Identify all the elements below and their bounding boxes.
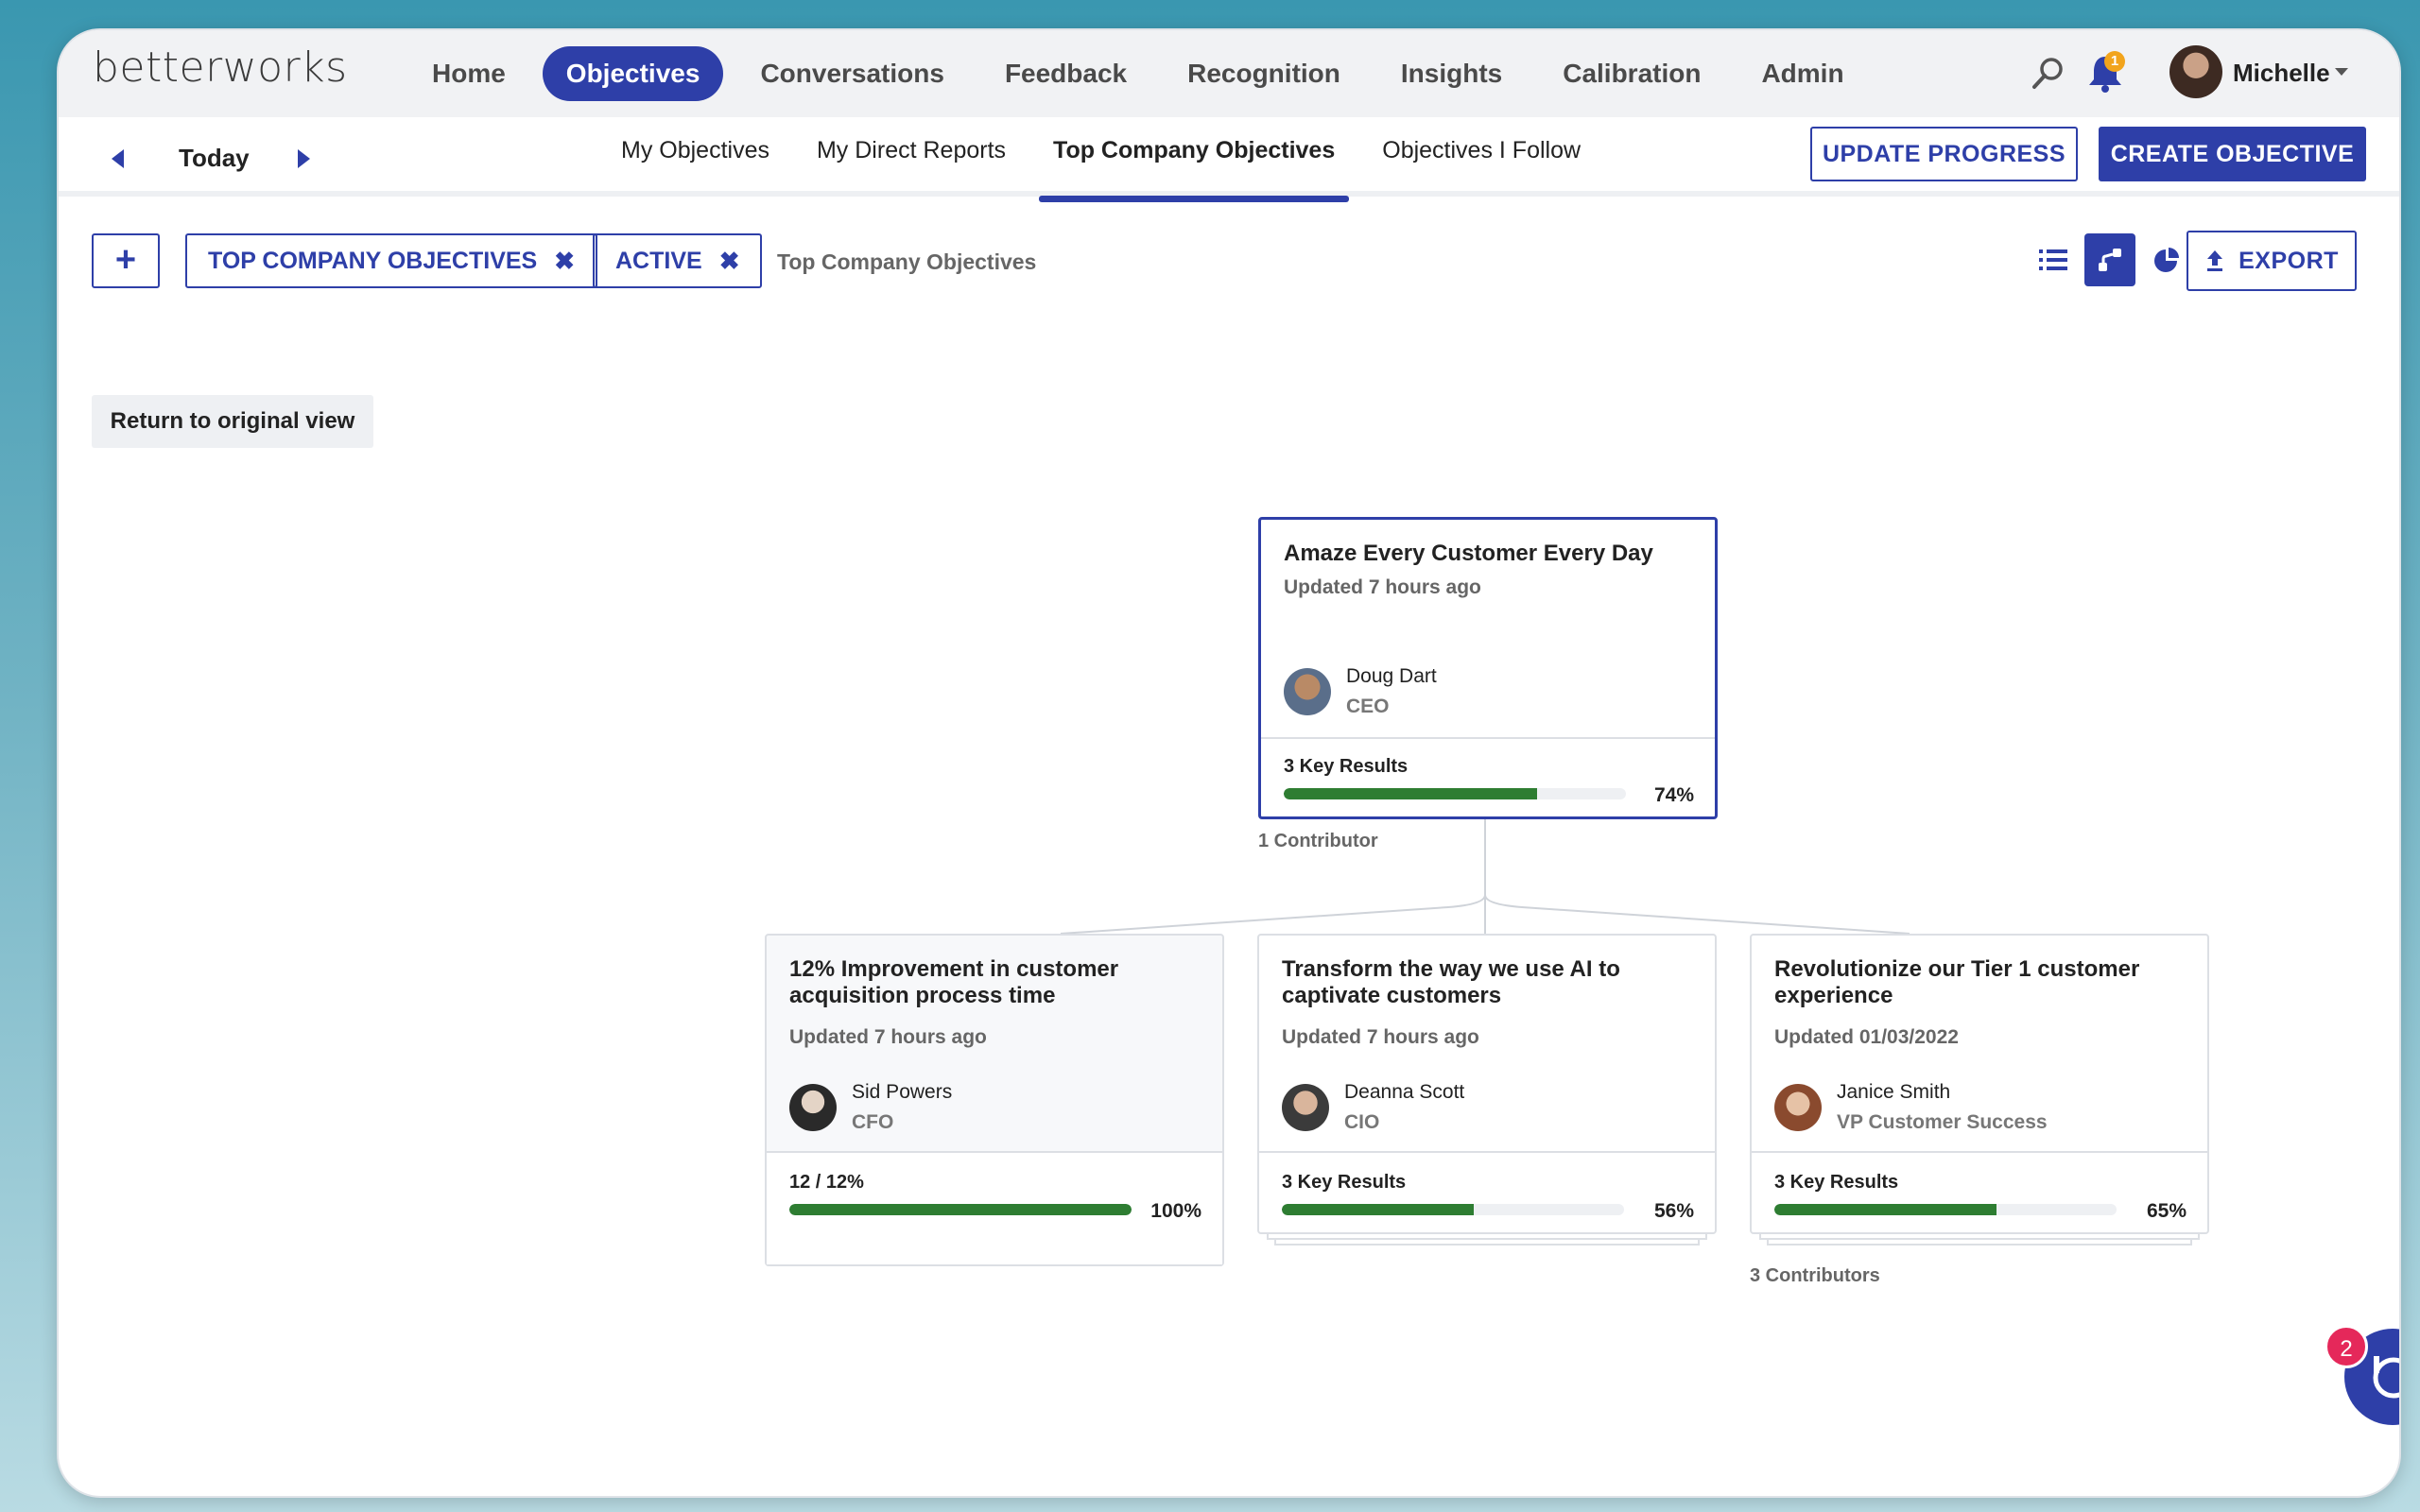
owner-name[interactable]: Deanna Scott xyxy=(1344,1081,1464,1104)
key-results-label[interactable]: 3 Key Results xyxy=(1282,1172,1406,1194)
avatar xyxy=(789,1084,837,1131)
objective-title-line: captivate customers xyxy=(1282,983,1502,1008)
objective-card[interactable]: Revolutionize our Tier 1 customer experi… xyxy=(1750,934,2209,1246)
remove-filter-icon[interactable]: ✖ xyxy=(554,247,575,276)
objective-updated: Updated 7 hours ago xyxy=(1282,1026,1479,1048)
filter-chip-label: ACTIVE xyxy=(615,247,702,274)
filter-summary: Top Company Objectives xyxy=(777,249,1037,274)
objective-updated: Updated 7 hours ago xyxy=(1284,576,1481,598)
user-name[interactable]: Michelle xyxy=(2233,59,2330,88)
objective-updated: Updated 01/03/2022 xyxy=(1774,1026,1959,1048)
owner-name[interactable]: Janice Smith xyxy=(1837,1081,1950,1104)
card-divider xyxy=(1261,737,1715,739)
progress-track xyxy=(1284,788,1626,799)
main-nav: Home Objectives Conversations Feedback R… xyxy=(408,46,1881,101)
remove-filter-icon[interactable]: ✖ xyxy=(719,247,740,276)
add-filter-button[interactable]: + xyxy=(92,233,160,288)
objective-title[interactable]: Transform the way we use AI to captivate… xyxy=(1282,956,1620,1009)
filter-chip-top-company-objectives[interactable]: TOP COMPANY OBJECTIVES ✖ xyxy=(185,233,598,288)
sub-nav: Today My Objectives My Direct Reports To… xyxy=(59,117,2399,202)
list-view-icon[interactable] xyxy=(2028,233,2079,286)
tab-objectives-i-follow[interactable]: Objectives I Follow xyxy=(1358,117,1604,197)
top-nav: betterworks Home Objectives Conversation… xyxy=(59,30,2399,117)
progress-track xyxy=(1774,1204,2117,1215)
tab-top-company-objectives[interactable]: Top Company Objectives xyxy=(1029,117,1358,202)
objective-card[interactable]: 12% Improvement in customer acquisition … xyxy=(765,934,1224,1266)
objective-title-line: Revolutionize our Tier 1 customer xyxy=(1774,956,2140,982)
key-results-label[interactable]: 3 Key Results xyxy=(1284,756,1408,778)
contributor-count[interactable]: 1 Contributor xyxy=(1258,831,1378,852)
card-divider xyxy=(1259,1151,1715,1153)
export-label: EXPORT xyxy=(2238,247,2339,274)
pie-chart-icon[interactable] xyxy=(2141,233,2192,286)
progress-track xyxy=(1282,1204,1624,1215)
user-avatar[interactable] xyxy=(2169,45,2222,98)
nav-recognition[interactable]: Recognition xyxy=(1164,46,1364,101)
filter-chip-label: TOP COMPANY OBJECTIVES xyxy=(208,247,538,274)
app-window: betterworks Home Objectives Conversation… xyxy=(57,28,2401,1498)
period-label[interactable]: Today xyxy=(179,144,250,173)
card-divider xyxy=(1752,1151,2207,1153)
progress-percent: 56% xyxy=(1653,1200,1694,1222)
nav-insights[interactable]: Insights xyxy=(1377,46,1526,101)
search-icon[interactable] xyxy=(2030,55,2067,93)
nav-objectives[interactable]: Objectives xyxy=(542,46,724,101)
upload-icon xyxy=(2207,250,2223,271)
card-stack-shadow xyxy=(1767,1240,2192,1246)
progress-fill xyxy=(789,1204,1132,1215)
owner-role: CEO xyxy=(1346,696,1390,717)
key-results-label[interactable]: 3 Key Results xyxy=(1774,1172,1898,1194)
help-notification-badge: 2 xyxy=(2325,1325,2368,1368)
progress-percent: 65% xyxy=(2146,1200,2187,1222)
progress-percent: 74% xyxy=(1653,784,1694,806)
progress-track xyxy=(789,1204,1132,1215)
objective-title-line: Transform the way we use AI to xyxy=(1282,956,1620,982)
owner-role: VP Customer Success xyxy=(1837,1111,2048,1133)
progress-fill xyxy=(1774,1204,1997,1215)
notification-count-badge: 1 xyxy=(2104,51,2125,72)
nav-conversations[interactable]: Conversations xyxy=(736,46,968,101)
nav-calibration[interactable]: Calibration xyxy=(1539,46,1724,101)
tree-view-icon[interactable] xyxy=(2084,233,2135,286)
key-results-label[interactable]: 12 / 12% xyxy=(789,1172,864,1194)
return-to-original-view-button[interactable]: Return to original view xyxy=(92,395,373,448)
chevron-down-icon[interactable] xyxy=(2335,68,2348,76)
create-objective-button[interactable]: CREATE OBJECTIVE xyxy=(2099,127,2366,181)
owner-role: CFO xyxy=(852,1111,894,1133)
objective-title[interactable]: Revolutionize our Tier 1 customer experi… xyxy=(1774,956,2139,1009)
progress-fill xyxy=(1284,788,1537,799)
objective-title[interactable]: Amaze Every Customer Every Day xyxy=(1284,541,1653,567)
progress-percent: 100% xyxy=(1150,1200,1201,1222)
objective-title-line: acquisition process time xyxy=(789,983,1056,1008)
export-button[interactable]: EXPORT xyxy=(2187,231,2357,291)
avatar xyxy=(1284,668,1331,715)
owner-name[interactable]: Sid Powers xyxy=(852,1081,952,1104)
objective-tabs: My Objectives My Direct Reports Top Comp… xyxy=(597,117,1604,202)
objective-updated: Updated 7 hours ago xyxy=(789,1026,987,1048)
nav-home[interactable]: Home xyxy=(408,46,529,101)
nav-feedback[interactable]: Feedback xyxy=(981,46,1150,101)
next-period-icon[interactable] xyxy=(298,149,310,168)
chat-icon xyxy=(2373,1356,2399,1399)
betterworks-logo[interactable]: betterworks xyxy=(93,43,348,92)
objective-card-root[interactable]: Amaze Every Customer Every Day Updated 7… xyxy=(1258,517,1718,819)
owner-name[interactable]: Doug Dart xyxy=(1346,665,1437,688)
update-progress-button[interactable]: UPDATE PROGRESS xyxy=(1810,127,2078,181)
objective-title-line: 12% Improvement in customer xyxy=(789,956,1119,982)
contributor-count[interactable]: 3 Contributors xyxy=(1750,1265,1880,1287)
avatar xyxy=(1774,1084,1822,1131)
filter-chip-active[interactable]: ACTIVE ✖ xyxy=(593,233,763,288)
progress-fill xyxy=(1282,1204,1474,1215)
previous-period-icon[interactable] xyxy=(112,149,124,168)
tab-my-objectives[interactable]: My Objectives xyxy=(597,117,793,197)
tab-my-direct-reports[interactable]: My Direct Reports xyxy=(793,117,1029,197)
card-stack-shadow xyxy=(1274,1240,1700,1246)
objective-title-line: experience xyxy=(1774,983,1893,1008)
avatar xyxy=(1282,1084,1329,1131)
objective-title[interactable]: 12% Improvement in customer acquisition … xyxy=(789,956,1118,1009)
owner-role: CIO xyxy=(1344,1111,1380,1133)
objective-card[interactable]: Transform the way we use AI to captivate… xyxy=(1257,934,1717,1246)
nav-admin[interactable]: Admin xyxy=(1737,46,1867,101)
